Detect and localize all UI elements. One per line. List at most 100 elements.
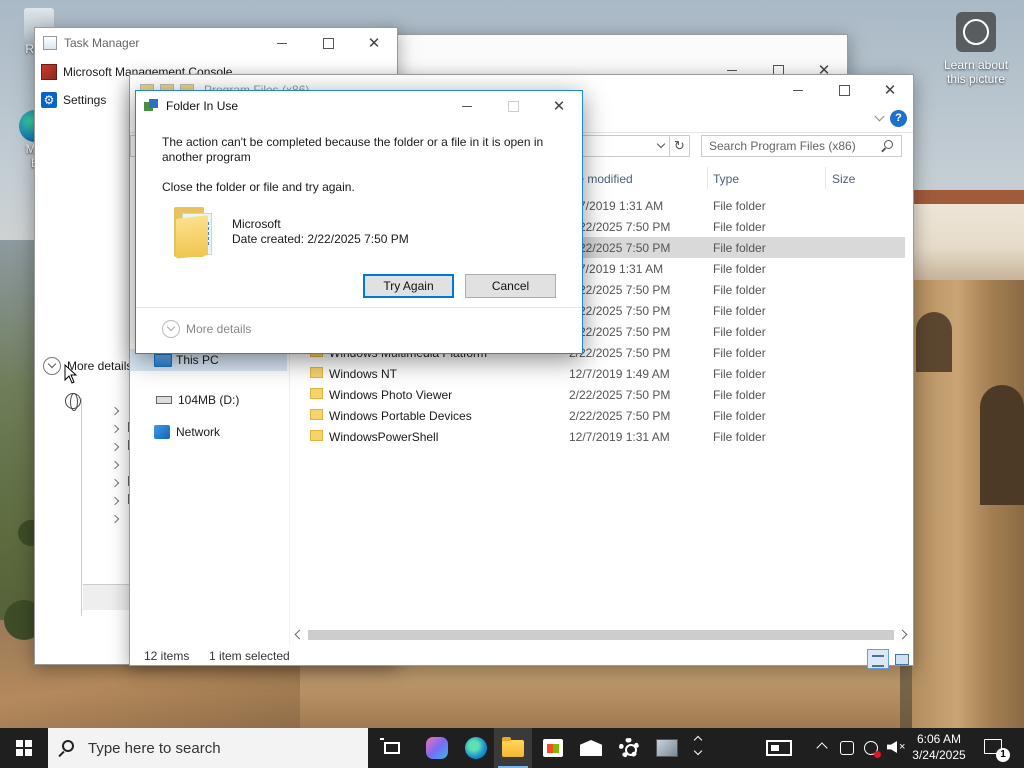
file-type: File folder xyxy=(713,262,766,276)
notification-badge: 1 xyxy=(996,748,1010,762)
taskbar-store[interactable] xyxy=(534,728,572,768)
background-roof xyxy=(914,190,1024,204)
table-row[interactable]: Windows Portable Devices 2/22/2025 7:50 P… xyxy=(290,405,905,426)
scroll-left-icon[interactable] xyxy=(294,629,305,640)
maximize-button[interactable] xyxy=(821,75,867,105)
volume-icon[interactable] xyxy=(887,741,897,753)
taskbar-copilot[interactable] xyxy=(418,728,456,768)
maximize-button[interactable] xyxy=(305,28,351,58)
table-row[interactable]: Windows NT 12/7/2019 1:49 AM File folder xyxy=(290,363,905,384)
column-size[interactable]: Size xyxy=(832,172,855,186)
table-row[interactable]: WindowsPowerShell 12/7/2019 1:31 AM File f… xyxy=(290,426,905,447)
folder-icon xyxy=(310,367,323,378)
nav-item-network[interactable]: Network xyxy=(154,421,220,443)
chevron-right-icon[interactable] xyxy=(110,406,120,416)
scroll-thumb[interactable] xyxy=(308,630,894,640)
mmc-icon xyxy=(41,64,57,80)
taskbar-file-explorer[interactable] xyxy=(494,728,532,768)
network-status-icon[interactable] xyxy=(864,741,881,758)
taskbar-search-box[interactable]: Type here to search xyxy=(48,728,368,768)
mail-icon xyxy=(580,740,602,756)
details-view-button[interactable] xyxy=(867,649,889,669)
nav-item-label: This PC xyxy=(176,353,219,367)
taskbar-edge[interactable] xyxy=(457,728,495,768)
large-icons-view-button[interactable] xyxy=(891,649,913,669)
file-date-modified: 7/7/2019 1:31 AM xyxy=(569,262,664,276)
task-manager-icon xyxy=(43,36,57,50)
learn-about-picture-shortcut[interactable]: Learn about this picture xyxy=(940,12,1012,86)
file-date-modified: 2/22/2025 7:50 PM xyxy=(569,220,671,234)
file-date-modified: 2/22/2025 7:50 PM xyxy=(569,325,671,339)
chevron-right-icon[interactable] xyxy=(110,442,120,452)
chevron-right-icon[interactable] xyxy=(110,514,120,524)
file-type: File folder xyxy=(713,388,766,402)
start-button[interactable] xyxy=(0,728,48,768)
taskbar-mail[interactable] xyxy=(572,728,610,768)
file-type: File folder xyxy=(713,220,766,234)
taskbar-server-manager[interactable] xyxy=(648,728,686,768)
help-icon[interactable]: ? xyxy=(890,110,907,127)
chevron-right-icon[interactable] xyxy=(110,478,120,488)
file-type: File folder xyxy=(713,325,766,339)
news-widget-icon[interactable] xyxy=(766,740,792,756)
file-date-modified: 2/22/2025 7:50 PM xyxy=(569,241,671,255)
file-name: Windows Photo Viewer xyxy=(329,388,453,402)
show-hidden-icons-chevron-icon[interactable] xyxy=(816,742,828,754)
table-row[interactable]: Windows Photo Viewer 2/22/2025 7:50 PM Fil… xyxy=(290,384,905,405)
task-manager-more-details[interactable]: More details xyxy=(43,352,132,380)
file-type: File folder xyxy=(713,430,766,444)
search-placeholder: Type here to search xyxy=(88,739,221,757)
search-placeholder: Search Program Files (x86) xyxy=(709,139,856,153)
file-date-modified: 2/22/2025 7:50 PM xyxy=(569,283,671,297)
chevron-right-icon[interactable] xyxy=(110,460,120,470)
clock-date: 3/24/2025 xyxy=(912,748,966,762)
task-view-button[interactable] xyxy=(373,728,411,768)
file-name: Windows NT xyxy=(329,367,398,381)
chevron-down-icon[interactable] xyxy=(874,111,885,122)
refresh-button[interactable]: ↻ xyxy=(670,135,690,157)
close-button[interactable] xyxy=(536,91,582,121)
background-arch xyxy=(980,385,1024,505)
system-clock[interactable]: 6:06 AM 3/24/2025 xyxy=(906,731,972,763)
task-item-mmc[interactable]: Microsoft Management Console xyxy=(39,58,232,86)
nav-item-drive-d[interactable]: 104MB (D:) xyxy=(154,389,239,411)
more-details-toggle[interactable]: More details xyxy=(162,320,251,338)
close-button[interactable] xyxy=(351,28,397,58)
store-icon xyxy=(543,739,563,757)
task-item-settings[interactable]: ⚙ Settings xyxy=(39,86,135,114)
folder-in-use-dialog[interactable]: Folder In Use The action can't be comple… xyxy=(135,90,583,354)
more-details-label: More details xyxy=(186,322,252,336)
folder-icon xyxy=(310,409,323,420)
drive-icon xyxy=(156,396,172,404)
network-icon xyxy=(154,425,170,439)
file-date-modified: 12/7/2019 1:49 AM xyxy=(569,367,670,381)
chevron-right-icon[interactable] xyxy=(110,496,120,506)
computer-icon xyxy=(154,353,172,367)
minimize-button[interactable] xyxy=(259,28,305,58)
column-type[interactable]: Type xyxy=(713,172,739,186)
task-item-label: Settings xyxy=(63,93,107,107)
search-input[interactable]: Search Program Files (x86) xyxy=(701,135,902,157)
try-again-button[interactable]: Try Again xyxy=(363,274,454,298)
chevron-down-icon xyxy=(43,357,61,375)
windows-logo-icon xyxy=(16,740,32,756)
minimize-button[interactable] xyxy=(444,91,490,121)
scroll-right-icon[interactable] xyxy=(897,629,908,640)
minimize-button[interactable] xyxy=(775,75,821,105)
chevron-up-icon xyxy=(693,735,703,745)
close-button[interactable] xyxy=(867,75,913,105)
background-houses xyxy=(914,196,1024,280)
meet-now-icon[interactable] xyxy=(840,741,854,755)
task-view-icon xyxy=(380,738,400,754)
cancel-button[interactable]: Cancel xyxy=(465,274,556,298)
taskbar-settings[interactable] xyxy=(610,728,648,768)
edge-icon xyxy=(465,737,487,759)
search-icon xyxy=(62,740,74,752)
file-operation-icon xyxy=(144,99,160,113)
chevron-right-icon[interactable] xyxy=(110,424,120,434)
status-bar: 12 items 1 item selected xyxy=(130,645,913,669)
file-date-modified: 12/7/2019 1:31 AM xyxy=(569,430,670,444)
horizontal-scrollbar[interactable] xyxy=(292,627,912,643)
taskbar-scroll-buttons[interactable] xyxy=(692,732,704,764)
file-type: File folder xyxy=(713,409,766,423)
